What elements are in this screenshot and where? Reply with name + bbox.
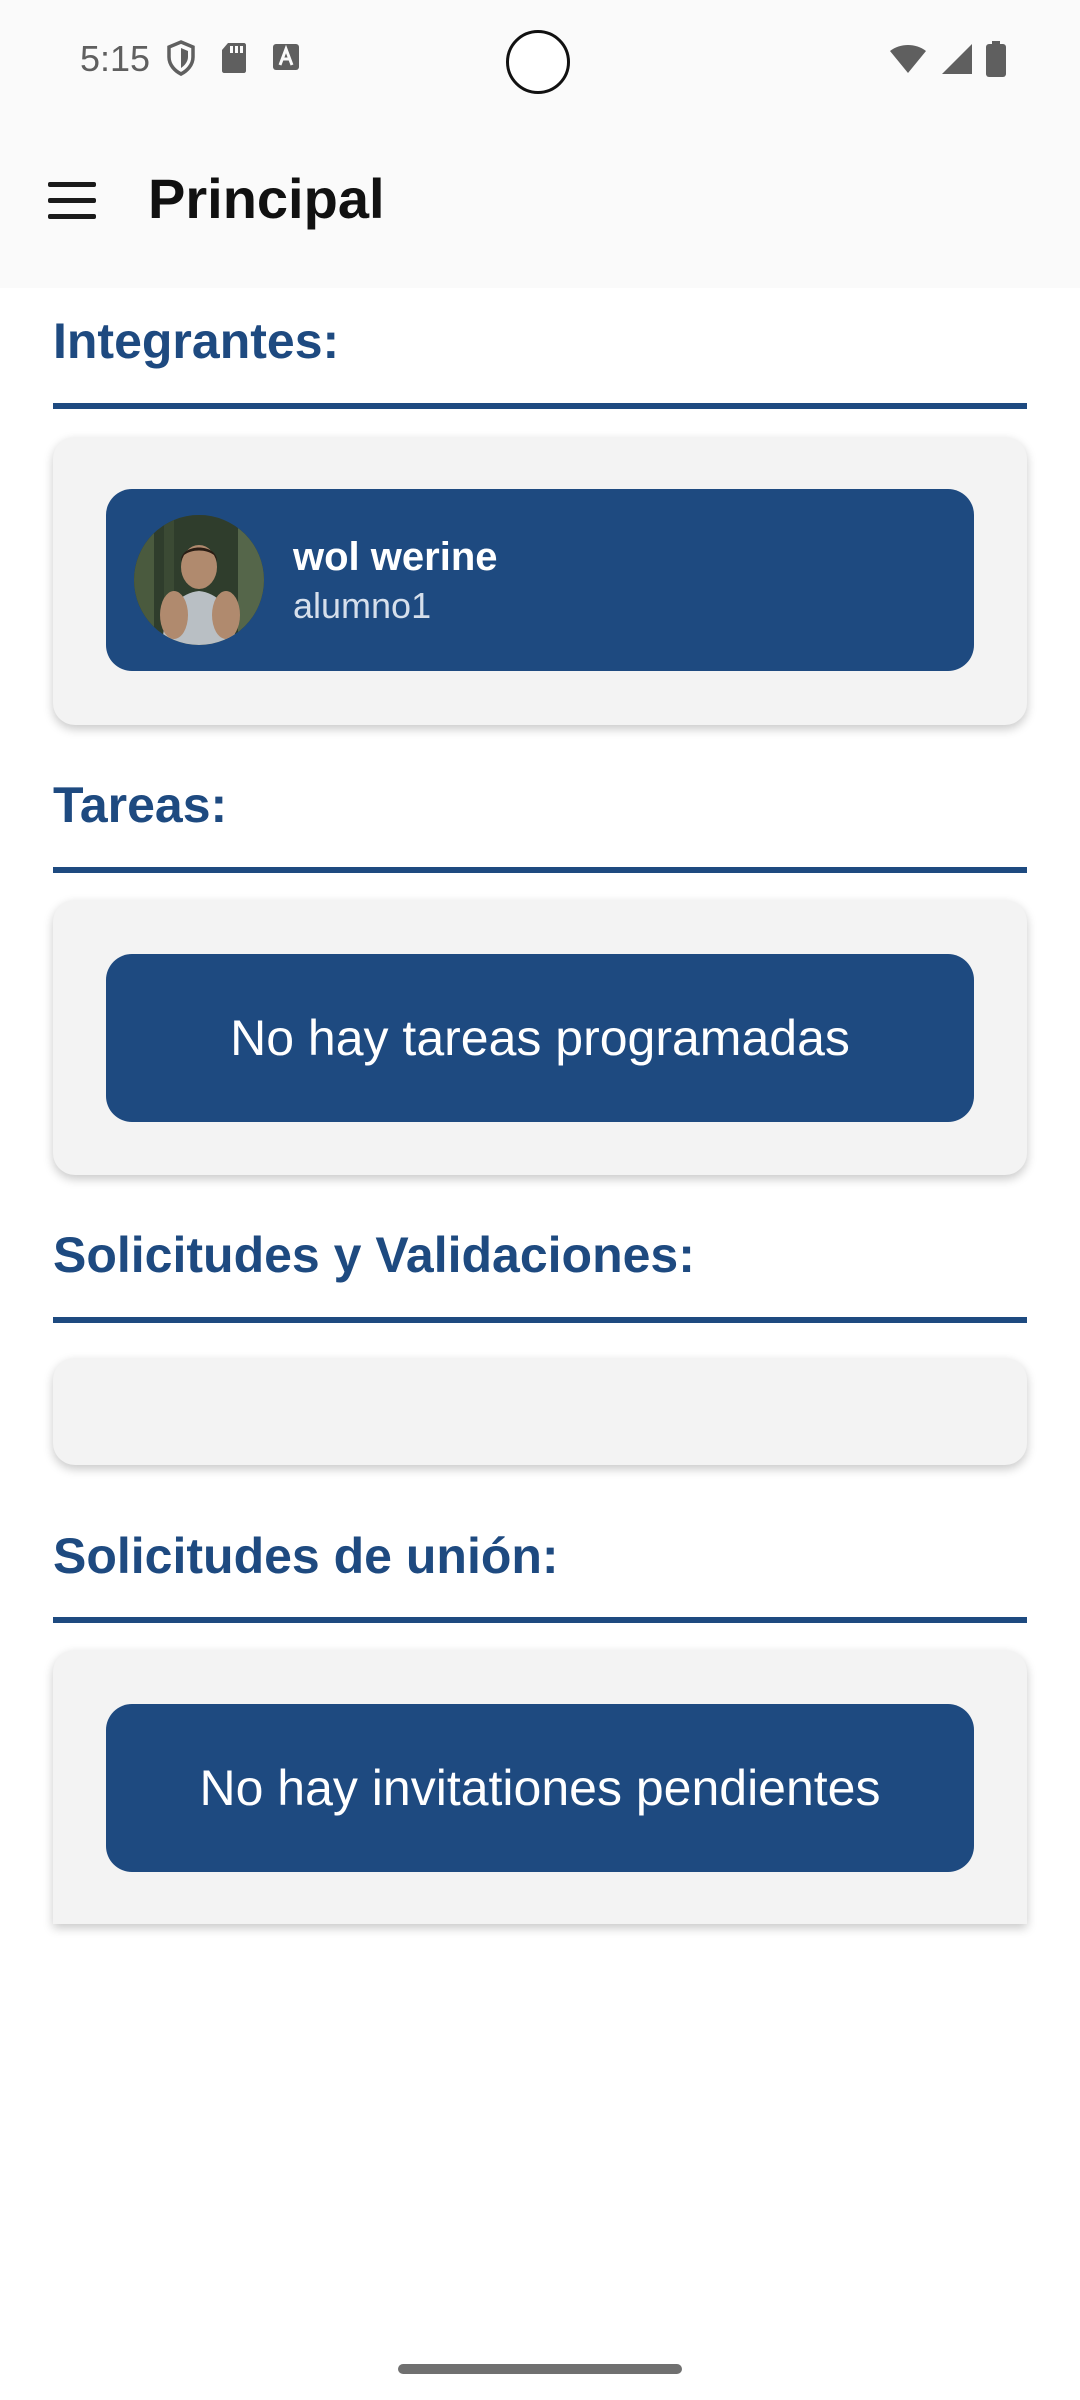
no-tasks-message: No hay tareas programadas (106, 954, 974, 1122)
font-a-icon (272, 43, 300, 78)
section-divider (53, 1317, 1027, 1323)
section-divider (53, 1617, 1027, 1623)
section-title-solicitudes-validaciones: Solicitudes y Validaciones: (53, 1227, 695, 1283)
camera-cutout (506, 30, 570, 94)
app-bar: Principal (0, 122, 1080, 288)
sd-card-icon (220, 41, 248, 80)
status-bar: 5:15 (0, 0, 1080, 122)
member-item[interactable]: wol werine alumno1 (106, 489, 974, 671)
section-title-tareas: Tareas: (53, 777, 228, 833)
join-requests-card: No hay invitationes pendientes (53, 1650, 1027, 1924)
members-card: wol werine alumno1 (53, 437, 1027, 725)
status-icons-left (166, 40, 300, 81)
section-title-solicitudes-union: Solicitudes de unión: (53, 1528, 559, 1584)
menu-icon[interactable] (48, 182, 100, 222)
battery-icon (984, 40, 1008, 83)
signal-icon (938, 42, 974, 81)
status-time: 5:15 (80, 38, 151, 79)
member-name: wol werine (293, 535, 498, 579)
section-divider (53, 867, 1027, 873)
status-icons-right (888, 40, 1008, 83)
page-title: Principal (148, 167, 385, 230)
home-indicator[interactable] (398, 2364, 682, 2374)
section-title-integrantes: Integrantes: (53, 313, 340, 369)
section-divider (53, 403, 1027, 409)
requests-validations-card (53, 1358, 1027, 1465)
shield-icon (166, 40, 196, 81)
no-invitations-message: No hay invitationes pendientes (106, 1704, 974, 1872)
wifi-icon (888, 43, 928, 80)
member-username: alumno1 (293, 585, 432, 626)
tasks-card: No hay tareas programadas (53, 900, 1027, 1175)
avatar (134, 515, 264, 645)
